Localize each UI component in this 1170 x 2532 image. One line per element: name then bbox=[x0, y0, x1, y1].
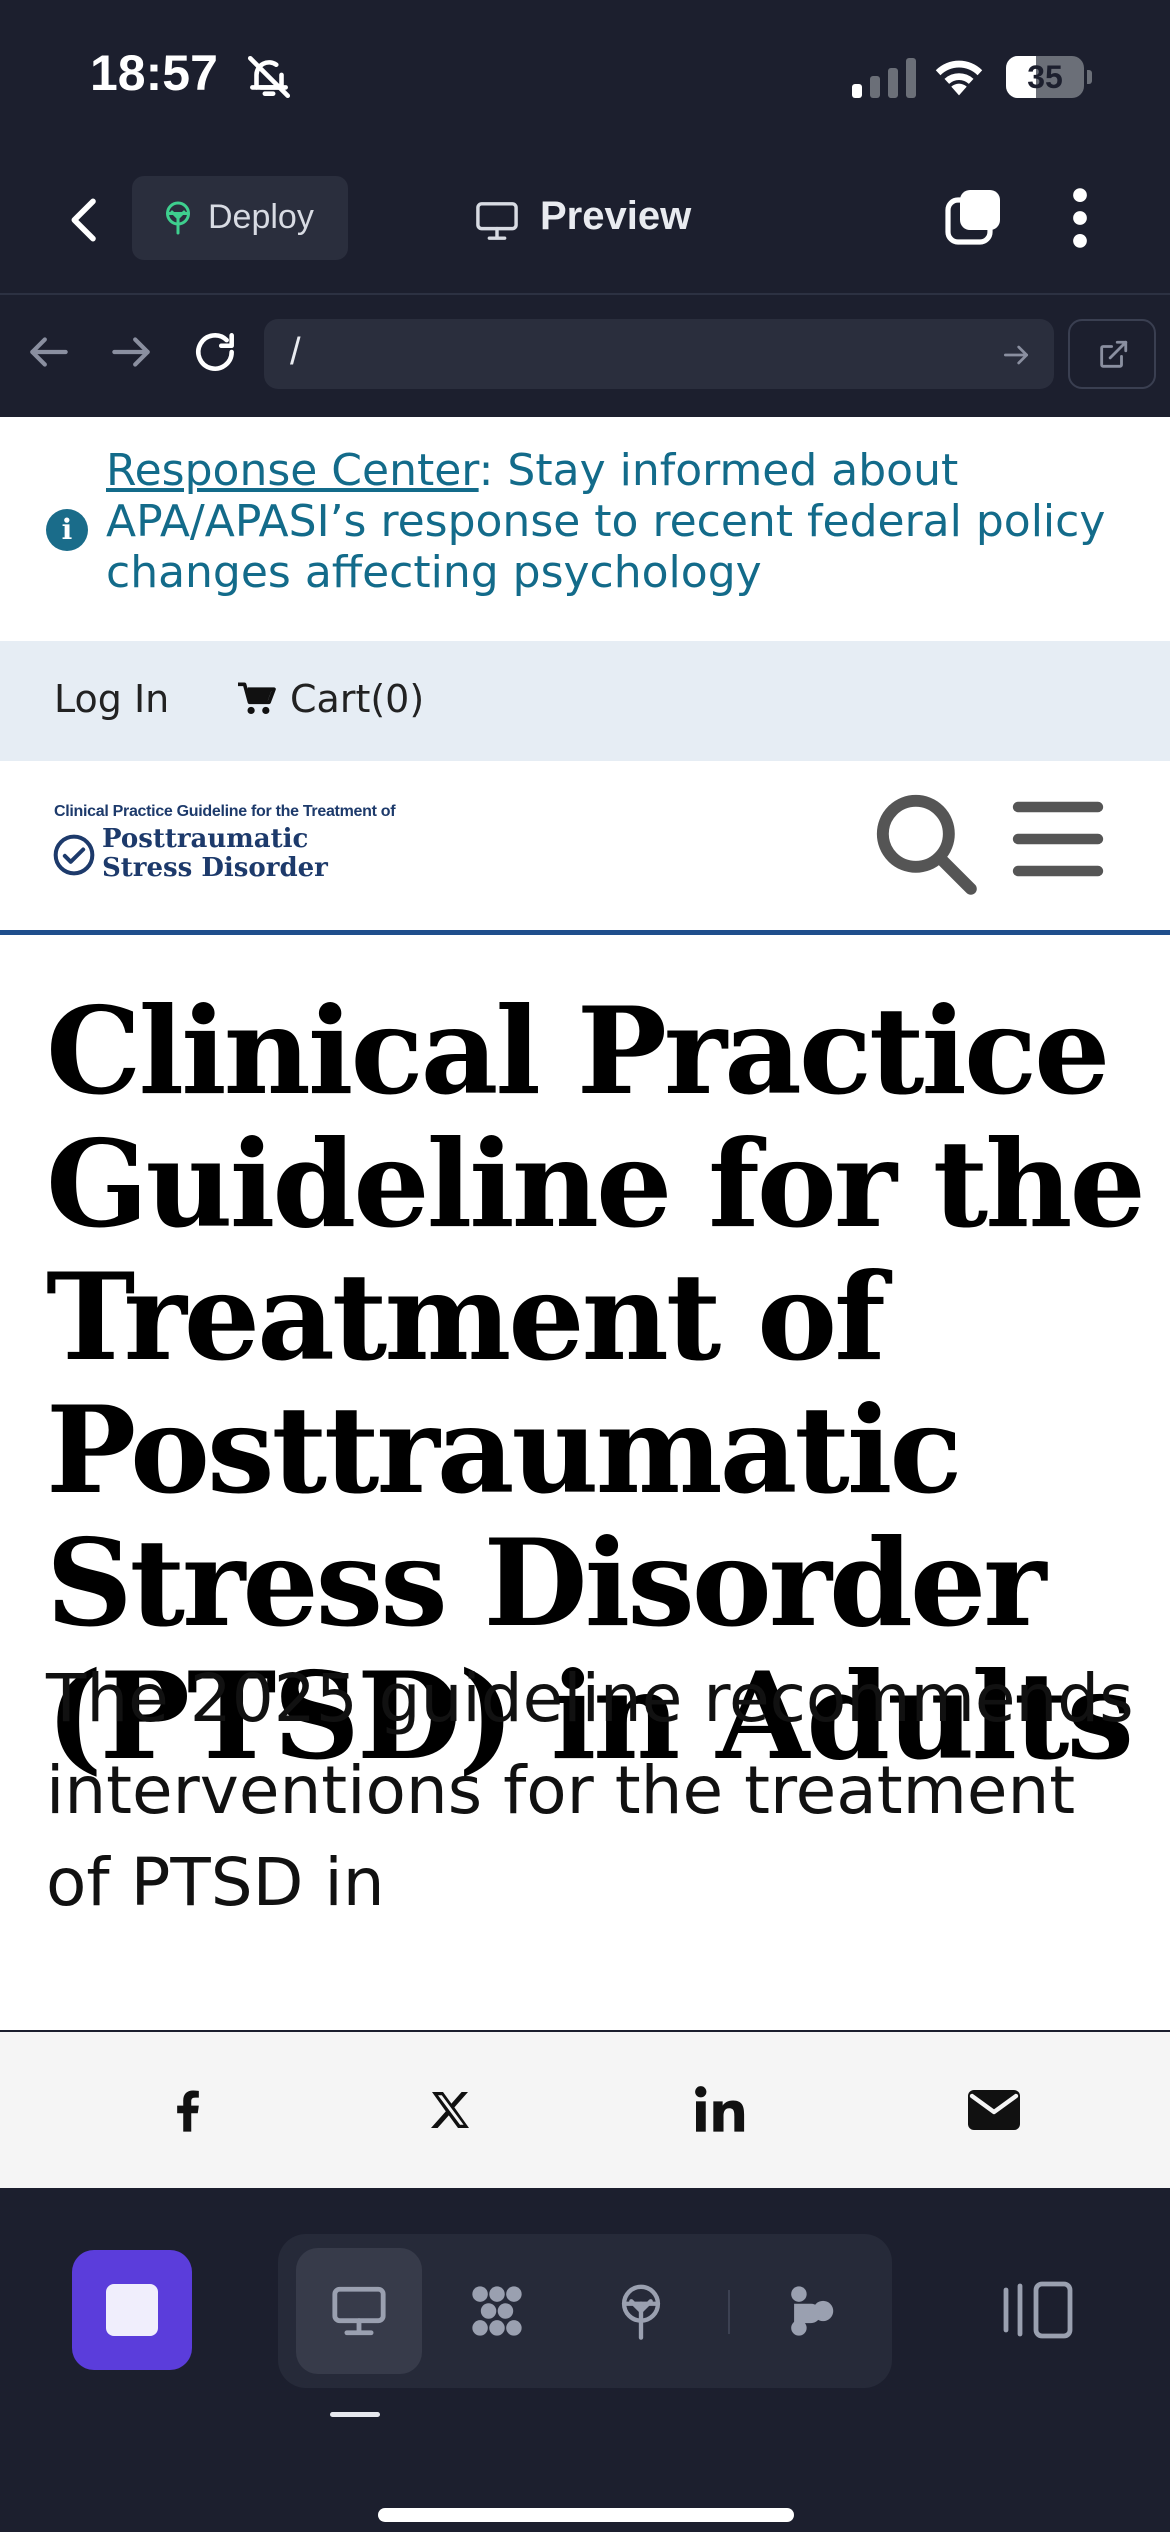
logo-line-1: Posttraumatic bbox=[102, 824, 309, 854]
url-text: / bbox=[290, 331, 301, 373]
reload-icon[interactable] bbox=[190, 327, 240, 377]
logo-tagline: Clinical Practice Guideline for the Trea… bbox=[54, 803, 396, 820]
battery-level: 35 bbox=[1027, 59, 1063, 95]
chevron-left-icon[interactable] bbox=[58, 192, 114, 248]
info-icon: i bbox=[46, 509, 88, 551]
more-vertical-icon[interactable] bbox=[1062, 186, 1098, 250]
status-time: 18:57 bbox=[90, 45, 218, 101]
external-link-icon bbox=[1100, 340, 1128, 368]
stop-button[interactable] bbox=[72, 2250, 192, 2370]
check-circle-icon bbox=[53, 834, 95, 876]
home-indicator bbox=[378, 2508, 794, 2522]
page-intro: The 2025 guideline recommends interventi… bbox=[46, 1660, 1134, 1921]
alert-banner: i Response Center: Stay informed about A… bbox=[0, 417, 1170, 641]
stop-icon bbox=[106, 2284, 158, 2336]
monitor-icon bbox=[332, 2286, 386, 2336]
signal-icon bbox=[852, 58, 916, 98]
wifi-icon bbox=[935, 60, 983, 96]
logo-line-2: Stress Disorder bbox=[102, 853, 328, 883]
email-icon[interactable] bbox=[966, 2084, 1022, 2136]
alert-text: Response Center: Stay informed about APA… bbox=[106, 445, 1146, 598]
deploy-label: Deploy bbox=[208, 198, 314, 236]
x-icon[interactable] bbox=[426, 2084, 474, 2136]
bell-slash-icon bbox=[247, 55, 291, 99]
dots-grid-icon bbox=[472, 2286, 522, 2336]
site-header: Clinical Practice Guideline for the Trea… bbox=[0, 761, 1170, 935]
login-link[interactable]: Log In bbox=[54, 677, 169, 721]
tool-switcher bbox=[278, 2234, 892, 2388]
cart-label: Cart(0) bbox=[290, 677, 425, 721]
deploy-tree-icon bbox=[166, 201, 190, 235]
preview-label: Preview bbox=[540, 194, 692, 238]
url-bar: / bbox=[0, 297, 1170, 417]
open-external-button[interactable] bbox=[1068, 319, 1156, 389]
arrow-right-icon[interactable] bbox=[106, 327, 156, 377]
menu-icon[interactable] bbox=[1010, 797, 1106, 881]
tool-workspace[interactable] bbox=[434, 2248, 560, 2374]
search-icon[interactable] bbox=[870, 787, 980, 899]
tool-deploy[interactable] bbox=[578, 2248, 704, 2374]
logo-name: Posttraumatic Stress Disorder bbox=[102, 825, 328, 883]
utility-nav: Log In Cart(0) bbox=[0, 641, 1170, 761]
deploy-tree-icon bbox=[621, 2284, 661, 2340]
linkedin-icon[interactable] bbox=[690, 2084, 754, 2136]
arrow-left-icon[interactable] bbox=[24, 327, 74, 377]
webpage-preview: i Response Center: Stay informed about A… bbox=[0, 417, 1170, 2030]
tool-separator bbox=[728, 2290, 730, 2334]
status-bar: 18:57 35 bbox=[0, 0, 1170, 150]
battery-icon: 35 bbox=[1006, 56, 1092, 98]
agent-icon bbox=[791, 2286, 834, 2336]
deploy-button[interactable]: Deploy bbox=[132, 176, 348, 260]
monitor-icon bbox=[476, 202, 518, 240]
arrow-right-small-icon[interactable] bbox=[1000, 339, 1032, 371]
tabs-icon[interactable] bbox=[944, 186, 1004, 246]
panel-icon[interactable] bbox=[1000, 2278, 1076, 2342]
bottom-app-bar bbox=[0, 2188, 1170, 2532]
facebook-icon[interactable] bbox=[162, 2084, 214, 2136]
tool-agent[interactable] bbox=[748, 2248, 874, 2374]
cart-icon bbox=[238, 682, 276, 715]
response-center-link[interactable]: Response Center bbox=[106, 445, 479, 496]
tool-preview[interactable] bbox=[296, 2248, 422, 2374]
app-toolbar: Deploy Preview bbox=[0, 150, 1170, 295]
url-input[interactable]: / bbox=[264, 319, 1054, 389]
active-tab-indicator bbox=[330, 2412, 380, 2417]
share-bar bbox=[0, 2032, 1170, 2188]
